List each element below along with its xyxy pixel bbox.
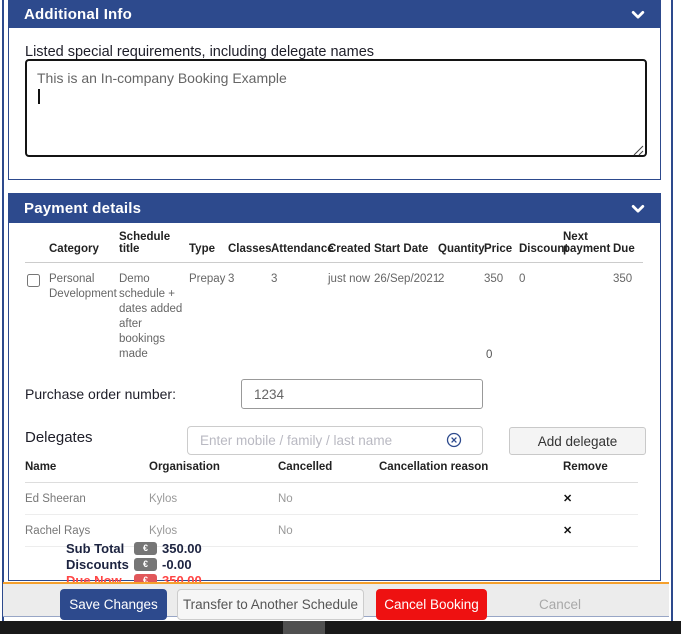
delegate-cancellation-reason [379,515,563,547]
remove-delegate-icon[interactable]: ✕ [563,493,572,505]
payment-details-header[interactable]: Payment details [9,194,660,223]
purchase-order-label: Purchase order number: [25,386,176,402]
col-created: Created [328,231,374,263]
additional-info-title: Additional Info [24,6,132,23]
delegate-row: Ed Sheeran Kylos No ✕ [25,483,638,515]
resize-grip-icon[interactable] [633,143,644,154]
delegates-label: Delegates [25,429,93,446]
cell-attendance: 3 [271,263,328,363]
page-right-border [671,0,673,621]
col-category: Category [49,231,119,263]
col-cancellation-reason: Cancellation reason [379,457,563,483]
delegate-cancellation-reason [379,483,563,515]
scrollbar-thumb[interactable] [283,621,325,634]
cell-start-date: 26/Sep/2021 [374,263,438,363]
additional-info-header[interactable]: Additional Info [9,1,660,28]
delegate-name: Ed Sheeran [25,483,149,515]
payment-table-row: Personal Development Demo schedule + dat… [25,263,643,363]
discounts-value: -0.00 [162,557,192,572]
col-discount: Discount [519,231,563,263]
payment-details-panel: Payment details Category Schedule title … [8,193,661,581]
purchase-order-input[interactable] [241,379,483,409]
cell-discount: 0 [519,263,563,363]
payment-row-checkbox[interactable] [27,274,40,287]
discounts-label: Discounts [66,557,134,572]
cell-created: just now [328,263,374,363]
cell-quantity: 2 [438,263,484,363]
euro-badge-icon: € [134,558,157,571]
cell-price: 350 [484,263,519,363]
euro-badge-icon: € [134,542,157,555]
col-cancelled: Cancelled [278,457,379,483]
chevron-down-icon[interactable] [631,202,645,216]
booking-edit-page: Additional Info Listed special requireme… [0,0,681,634]
col-due: Due [613,231,643,263]
delegate-cancelled: No [278,483,379,515]
transfer-schedule-button[interactable]: Transfer to Another Schedule [177,589,364,620]
cell-next-payment [563,263,613,363]
col-start-date: Start Date [374,231,438,263]
delegate-organisation: Kylos [149,483,278,515]
payment-table: Category Schedule title Type Classes Att… [25,231,643,362]
col-schedule-title: Schedule title [119,231,189,263]
col-classes: Classes [228,231,271,263]
delegates-table-header-row: Name Organisation Cancelled Cancellation… [25,457,638,483]
cancel-button[interactable]: Cancel [512,589,608,620]
special-requirements-label: Listed special requirements, including d… [25,44,374,60]
discounts-row: Discounts € -0.00 [66,556,202,572]
add-delegate-button[interactable]: Add delegate [509,427,646,455]
col-next-payment: Next payment [563,231,613,263]
horizontal-scrollbar[interactable] [0,621,681,634]
select-column-header [25,231,49,263]
page-left-border [2,0,4,621]
cell-due: 350 [613,263,643,363]
subtotal-row: Sub Total € 350.00 [66,540,202,556]
col-quantity: Quantity [438,231,484,263]
totals-section: Sub Total € 350.00 Discounts € -0.00 Due… [66,540,202,588]
chevron-down-icon[interactable] [631,8,645,22]
special-requirements-textarea[interactable]: This is an In-company Booking Example [25,59,647,157]
delegate-search-input[interactable] [187,426,483,455]
cancel-booking-button[interactable]: Cancel Booking [376,589,487,620]
text-cursor [38,89,40,104]
subtotal-label: Sub Total [66,541,134,556]
col-type: Type [189,231,228,263]
delegate-cancelled: No [278,515,379,547]
cell-schedule-title: Demo schedule + dates added after bookin… [119,263,189,363]
col-organisation: Organisation [149,457,278,483]
save-changes-button[interactable]: Save Changes [60,589,167,620]
subtotal-value: 350.00 [162,541,202,556]
col-attendance: Attendance [271,231,328,263]
special-requirements-wrap: This is an In-company Booking Example [25,59,647,157]
delegates-table: Name Organisation Cancelled Cancellation… [25,457,638,547]
discount-total: 0 [486,349,492,361]
col-price: Price [484,231,519,263]
clear-search-icon[interactable] [446,432,462,448]
col-remove: Remove [563,457,638,483]
additional-info-panel: Additional Info Listed special requireme… [8,0,661,180]
cell-type: Prepay [189,263,228,363]
cell-classes: 3 [228,263,271,363]
cell-category: Personal Development [49,263,119,363]
remove-delegate-icon[interactable]: ✕ [563,525,572,537]
col-name: Name [25,457,149,483]
payment-details-title: Payment details [24,200,141,217]
payment-table-header-row: Category Schedule title Type Classes Att… [25,231,643,263]
